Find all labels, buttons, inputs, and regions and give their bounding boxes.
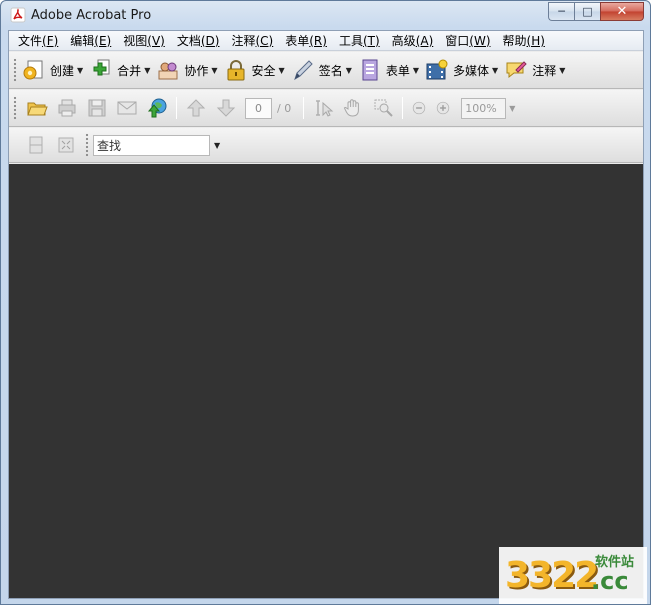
next-page-button [211,94,241,122]
close-button[interactable]: ✕ [600,2,644,21]
full-screen-button [51,131,81,159]
task-sign-button[interactable]: 签名 ▼ [291,55,352,85]
find-input[interactable]: 查找 [93,134,210,156]
menu-edit[interactable]: 编辑(E) [64,31,117,51]
plus-circle-icon [437,101,450,115]
task-combine-button[interactable]: 合并 ▼ [89,55,150,85]
toolbar-separator [176,97,177,119]
multimedia-icon [426,59,448,80]
menu-help[interactable]: 帮助(H) [497,31,551,51]
chevron-down-icon: ▼ [412,65,420,75]
chevron-down-icon: ▼ [278,65,285,75]
printer-icon [58,99,76,117]
site-watermark: 3322 软件站 .cc [499,547,647,604]
task-multimedia-button[interactable]: 多媒体 ▼ [425,55,498,85]
find-toolbar: 查找 ▼ [9,128,643,163]
toolbar-grip[interactable] [85,133,89,157]
menu-forms[interactable]: 表单(R) [279,31,333,51]
text-select-cursor-icon [316,100,334,117]
window-controls: ─ □ ✕ [548,2,644,21]
marquee-zoom-button [368,94,398,122]
zoom-marquee-icon [374,99,393,117]
pen-icon [293,60,313,81]
menu-advanced[interactable]: 高级(A) [386,31,440,51]
print-button [52,94,82,122]
hand-icon [343,99,360,117]
toolbar-separator [303,97,305,119]
watermark-digits: 3322 [505,555,599,596]
chevron-down-icon[interactable]: ▼ [214,141,220,150]
task-secure-button[interactable]: 安全 ▼ [224,55,285,85]
zoom-level-field: 100% [461,97,507,119]
maximize-button[interactable]: □ [574,2,600,21]
menu-window[interactable]: 窗口(W) [439,31,496,51]
tasks-toolbar: 创建 ▼ 合并 ▼ 协作 ▼ 安全 ▼ 签名 ▼ 表单 ▼ 多媒体 ▼ 注释 ▼ [9,52,643,89]
envelope-icon [117,101,137,115]
app-client-area: 文件(F) 编辑(E) 视图(V) 文档(D) 注释(C) 表单(R) 工具(T… [8,30,644,599]
arrow-down-icon [216,99,236,117]
chevron-down-icon: ▼ [77,65,84,75]
chevron-down-icon: ▼ [509,103,516,113]
task-create-button[interactable]: 创建 ▼ [22,55,83,85]
file-toolbar: 0 / 0 100% ▼ [9,90,643,127]
chevron-down-icon: ▼ [559,65,566,75]
fit-page-button [21,131,51,159]
email-button [112,94,142,122]
zoom-out-button [407,94,431,122]
chevron-down-icon: ▼ [345,65,352,75]
combine-files-icon [93,59,110,76]
chevron-down-icon: ▼ [492,65,499,75]
page-total-label: / 0 [277,101,292,115]
menu-comments[interactable]: 注释(C) [225,31,279,51]
window-title: Adobe Acrobat Pro [31,8,152,23]
menu-tools[interactable]: 工具(T) [333,31,386,51]
toolbar-grip[interactable] [13,96,17,120]
menu-file[interactable]: 文件(F) [12,31,64,51]
watermark-domain: .cc [591,567,629,595]
collaborate-icon [158,62,178,80]
floppy-disk-icon [88,99,106,117]
save-button [82,94,112,122]
arrow-up-icon [186,99,206,117]
acrobat-logo-icon [10,7,26,23]
zoom-in-button [431,94,455,122]
minus-circle-icon [413,101,426,115]
full-screen-icon [58,137,74,153]
menu-document[interactable]: 文档(D) [171,31,226,51]
chevron-down-icon: ▼ [211,65,218,75]
fit-page-icon [29,136,43,154]
select-tool-button [308,94,338,122]
previous-page-button [181,94,211,122]
lock-icon [227,60,245,81]
hand-tool-button [338,94,368,122]
task-comment-button[interactable]: 注释 ▼ [504,55,565,85]
open-button[interactable] [22,94,52,122]
chevron-down-icon: ▼ [144,65,151,75]
comment-icon [506,61,527,79]
create-pdf-icon [23,60,43,80]
task-collaborate-button[interactable]: 协作 ▼ [156,55,218,85]
globe-upload-icon [147,98,167,118]
folder-open-icon [27,102,48,116]
title-bar[interactable]: Adobe Acrobat Pro ─ □ ✕ [1,1,650,30]
document-pane[interactable] [9,164,643,598]
form-icon [362,59,378,81]
menu-bar: 文件(F) 编辑(E) 视图(V) 文档(D) 注释(C) 表单(R) 工具(T… [9,31,643,51]
menu-view[interactable]: 视图(V) [117,31,171,51]
upload-web-button[interactable] [142,94,172,122]
task-forms-button[interactable]: 表单 ▼ [358,55,419,85]
app-window: Adobe Acrobat Pro ─ □ ✕ 文件(F) 编辑(E) 视图(V… [0,0,651,605]
page-number-input[interactable]: 0 [245,97,272,119]
toolbar-grip[interactable] [13,58,17,82]
minimize-button[interactable]: ─ [548,2,574,21]
toolbar-separator [402,97,404,119]
